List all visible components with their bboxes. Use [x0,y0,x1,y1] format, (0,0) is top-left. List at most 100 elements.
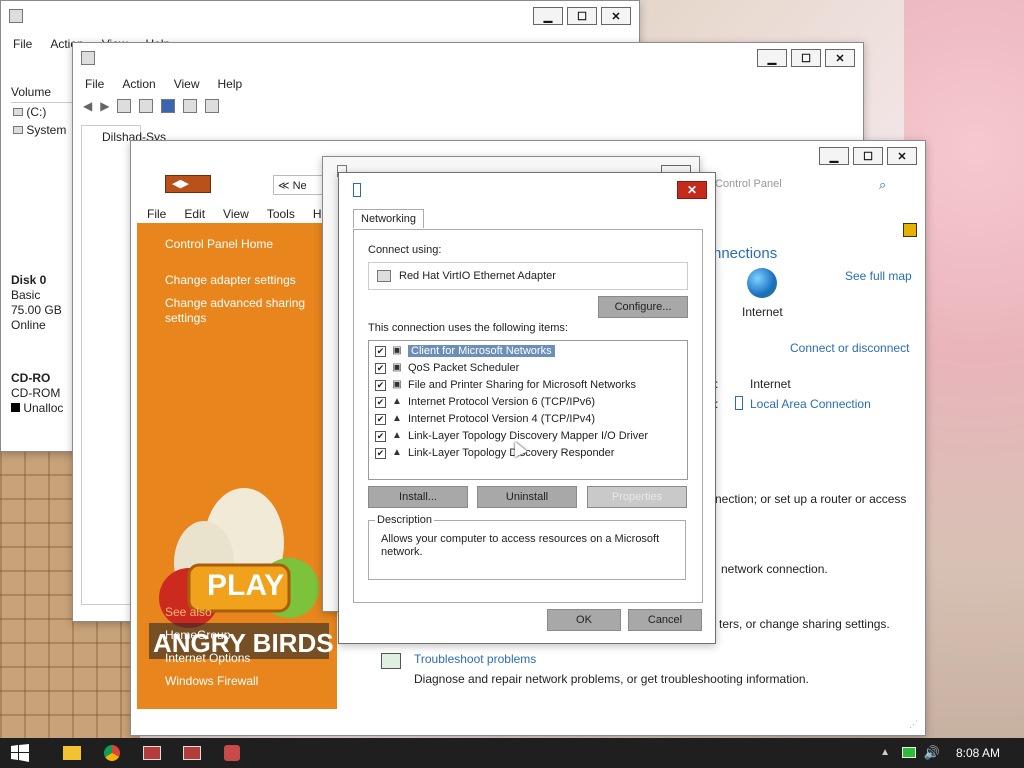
minimize-button[interactable]: ▁ [533,7,563,25]
item-checkbox[interactable]: ✔ [375,413,386,425]
show-hidden-icons[interactable]: ▲ [880,747,890,758]
cdrom-info[interactable]: CD-RO CD-ROM Unalloc [11,371,73,416]
ok-button[interactable]: OK [547,609,621,631]
sidebar-control-panel-home[interactable]: Control Panel Home [165,237,273,251]
resize-grip[interactable]: ⋰ [909,719,918,730]
menu-file[interactable]: File [85,77,104,91]
configure-button[interactable]: Configure... [598,296,688,318]
list-item[interactable]: ✔ ▲ Internet Protocol Version 6 (TCP/IPv… [375,394,595,410]
list-item[interactable]: ✔ ▲ Link-Layer Topology Discovery Respon… [375,445,614,461]
maximize-button[interactable]: ☐ [567,7,597,25]
volume-row-c[interactable]: (C:) [13,105,46,119]
help-badge-icon[interactable] [903,223,917,237]
sidebar-advanced-sharing[interactable]: Change advanced sharing [165,296,305,310]
sidebar-internet-options[interactable]: Internet Options [165,651,250,665]
search-icon[interactable]: ⌕ [879,177,886,193]
tab-networking[interactable]: Networking [353,209,425,228]
back-arrow-icon[interactable]: ◀▶ [166,178,189,190]
sidebar-windows-firewall[interactable]: Windows Firewall [165,674,258,688]
forward-arrow-icon[interactable]: ▶ [100,99,109,113]
start-button[interactable] [0,738,40,768]
menu-view[interactable]: View [223,207,249,221]
minimize-button[interactable]: ▁ [819,147,849,165]
folder-icon [63,746,81,760]
network-taskbar[interactable] [212,738,252,768]
protocol-icon: ▲ [392,447,402,458]
connect-disconnect-link[interactable]: Connect or disconnect [790,341,909,355]
volume-row-system[interactable]: System [13,123,66,137]
connections-heading: nnections [713,245,778,262]
up-folder-icon[interactable] [117,99,132,113]
sidebar-homegroup[interactable]: HomeGroup [165,628,230,642]
setup-connection-text: nection; or set up a router or access [715,492,907,506]
computer-icon[interactable] [205,99,220,113]
search-box[interactable]: Control Panel [715,178,782,190]
list-item[interactable]: ✔ ▲ Internet Protocol Version 4 (TCP/IPv… [375,411,595,427]
menu-help[interactable]: Help [218,77,243,91]
item-checkbox[interactable]: ✔ [375,362,386,374]
protocol-icon: ▲ [392,396,402,407]
menu-edit[interactable]: Edit [184,207,205,221]
maximize-button[interactable]: ☐ [853,147,883,165]
w2-titlebar[interactable] [73,43,863,73]
ethernet-properties-dialog[interactable]: ✕ Networking Connect using: Red Hat Virt… [338,172,716,644]
sidebar-advanced-sharing-2[interactable]: settings [165,311,206,325]
help-icon[interactable] [161,99,176,113]
menu-view[interactable]: View [174,77,200,91]
menu-action[interactable]: Action [122,77,155,91]
troubleshoot-description: Diagnose and repair network problems, or… [414,672,809,686]
minimize-button[interactable]: ▁ [757,49,787,67]
disk-mgmt-taskbar[interactable] [172,738,212,768]
back-arrow-icon[interactable]: ◀ [83,99,92,113]
close-button[interactable]: ✕ [887,147,917,165]
item-checkbox[interactable]: ✔ [375,396,386,408]
nav-back-forward[interactable]: ◀▶ [165,175,211,193]
maximize-button[interactable]: ☐ [791,49,821,67]
local-area-connection-link[interactable]: Local Area Connection [750,397,871,411]
list-item[interactable]: ✔ ▣ QoS Packet Scheduler [375,360,519,376]
troubleshoot-icon [381,653,401,669]
internet-label: Internet [742,305,783,319]
item-checkbox[interactable]: ✔ [375,379,386,391]
angry-birds-icon [224,745,240,761]
list-item[interactable]: ✔ ▣ Client for Microsoft Networks [375,343,555,359]
adapter-name: Red Hat VirtIO Ethernet Adapter [399,270,556,282]
items-list[interactable]: ✔ ▣ Client for Microsoft Networks ✔ ▣ Qo… [368,340,688,480]
close-button[interactable]: ✕ [825,49,855,67]
w3-window-controls: ▁ ☐ ✕ [819,147,917,165]
items-label: This connection uses the following items… [368,322,568,334]
network-client-icon: ▣ [392,345,402,356]
list-item[interactable]: ✔ ▣ File and Printer Sharing for Microso… [375,377,636,393]
chrome-taskbar[interactable] [92,738,132,768]
protocol-icon: ▲ [392,430,402,441]
cancel-button[interactable]: Cancel [628,609,702,631]
file-explorer-taskbar[interactable] [52,738,92,768]
volume-icon[interactable]: 🔊 [924,745,940,761]
windows-logo-icon [11,744,29,762]
menu-file[interactable]: File [13,37,32,51]
globe-icon [747,268,777,298]
sidebar-change-adapter[interactable]: Change adapter settings [165,273,296,287]
troubleshoot-link[interactable]: Troubleshoot problems [414,652,536,666]
close-button[interactable]: ✕ [601,7,631,25]
close-button[interactable]: ✕ [677,181,707,199]
disk0-info[interactable]: Disk 0 Basic 75.00 GB Online [11,273,73,333]
computer-mgmt-taskbar[interactable] [132,738,172,768]
network-tray-icon[interactable] [902,747,916,758]
item-checkbox[interactable]: ✔ [375,345,386,357]
item-checkbox[interactable]: ✔ [375,430,386,442]
menu-tools[interactable]: Tools [267,207,295,221]
clock[interactable]: 8:08 AM [956,746,1000,760]
properties-button[interactable]: Properties [587,486,687,508]
list-item[interactable]: ✔ ▲ Link-Layer Topology Discovery Mapper… [375,428,648,444]
drive-icon [13,126,23,134]
install-button[interactable]: Install... [368,486,468,508]
menu-file[interactable]: File [147,207,166,221]
show-hide-tree-icon[interactable] [139,99,154,113]
volume-column-header[interactable]: Volume [11,85,73,103]
item-checkbox[interactable]: ✔ [375,447,386,459]
uninstall-button[interactable]: Uninstall [477,486,577,508]
description-text: Allows your computer to access resources… [381,533,660,558]
see-full-map-link[interactable]: See full map [845,269,912,283]
properties-icon[interactable] [183,99,198,113]
